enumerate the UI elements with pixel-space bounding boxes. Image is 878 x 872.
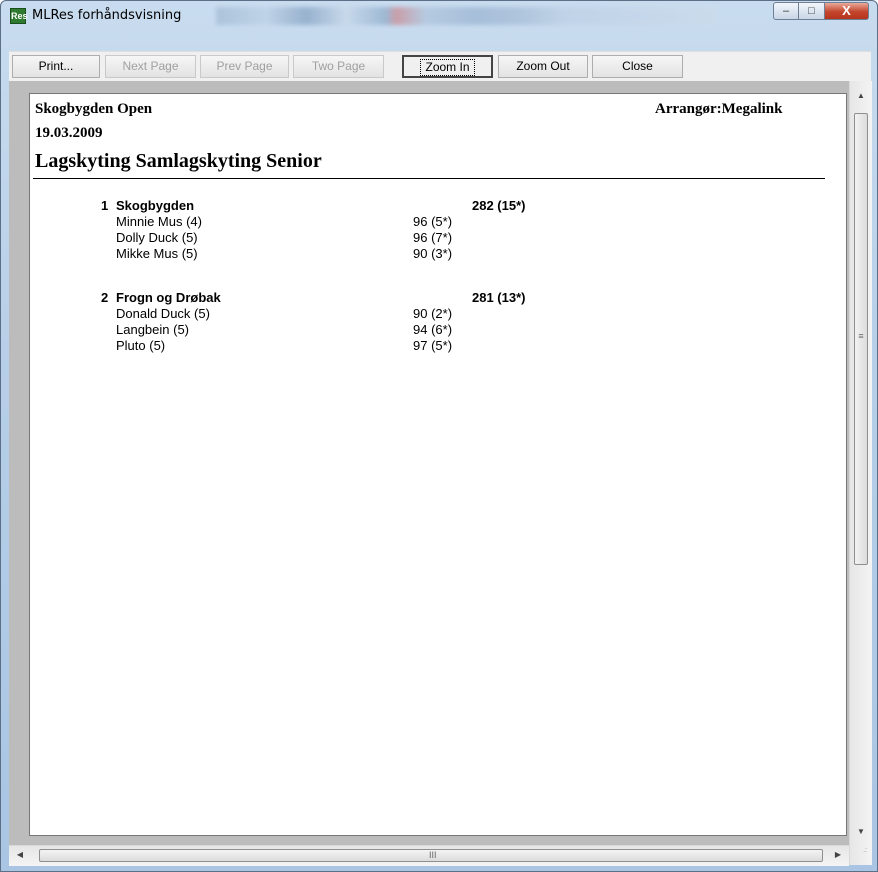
vertical-scroll-thumb[interactable]: ≡ xyxy=(854,113,868,565)
preview-toolbar: Print... Next Page Prev Page Two Page Zo… xyxy=(9,51,871,82)
horizontal-scroll-thumb[interactable]: III xyxy=(39,849,823,862)
member-name: Donald Duck (5) xyxy=(116,306,210,321)
member-score: 90 (3*) xyxy=(413,246,453,261)
team-total: 282 (15*) xyxy=(472,198,526,213)
maximize-button[interactable]: □ xyxy=(799,2,825,20)
zoom-in-button[interactable]: Zoom In xyxy=(402,55,493,78)
organizer: Arrangør:Megalink xyxy=(655,101,783,117)
member-name: Mikke Mus (5) xyxy=(116,246,198,261)
blurred-titlebar-background xyxy=(216,7,716,25)
next-page-button[interactable]: Next Page xyxy=(105,55,196,78)
team-name: Skogbygden xyxy=(116,198,195,213)
two-page-button[interactable]: Two Page xyxy=(293,55,384,78)
grip-icon: III xyxy=(429,850,437,860)
caption-buttons: – □ X xyxy=(773,2,869,22)
zoom-out-button[interactable]: Zoom Out xyxy=(498,55,588,78)
prev-page-label: Prev Page xyxy=(216,59,273,73)
preview-window: Res MLRes forhåndsvisning – □ X Print...… xyxy=(0,0,878,872)
scroll-left-icon[interactable]: ◀ xyxy=(13,848,27,862)
team-total: 281 (13*) xyxy=(472,290,526,305)
member-name: Pluto (5) xyxy=(116,338,166,353)
scroll-down-icon[interactable]: ▼ xyxy=(854,825,868,839)
member-score: 90 (2*) xyxy=(413,306,453,321)
minimize-button[interactable]: – xyxy=(773,2,799,20)
print-button-label: Print... xyxy=(38,59,74,73)
event-name: Skogbygden Open xyxy=(35,101,153,117)
close-button[interactable]: Close xyxy=(592,55,683,78)
member-score: 94 (6*) xyxy=(413,322,453,337)
report-title: Lagskyting Samlagskyting Senior xyxy=(35,150,322,172)
report-page: Skogbygden Open 19.03.2009 Arrangør:Mega… xyxy=(29,93,847,836)
zoom-in-label: Zoom In xyxy=(420,59,475,76)
team-name: Frogn og Drøbak xyxy=(116,290,221,305)
member-name: Minnie Mus (4) xyxy=(116,214,202,229)
member-name: Langbein (5) xyxy=(116,322,189,337)
preview-area: Skogbygden Open 19.03.2009 Arrangør:Mega… xyxy=(9,81,872,866)
grip-icon: ≡ xyxy=(858,331,864,341)
next-page-label: Next Page xyxy=(122,59,179,73)
title-rule xyxy=(33,178,825,179)
zoom-out-label: Zoom Out xyxy=(516,59,570,73)
two-page-label: Two Page xyxy=(311,59,366,73)
team-rank: 2 xyxy=(101,290,109,305)
member-score: 97 (5*) xyxy=(413,338,453,353)
member-name: Dolly Duck (5) xyxy=(116,230,198,245)
horizontal-scrollbar[interactable]: ◀ III ▶ xyxy=(9,845,849,866)
close-label: Close xyxy=(622,59,653,73)
scroll-up-icon[interactable]: ▲ xyxy=(854,89,868,103)
team-rank: 1 xyxy=(101,198,109,213)
close-window-button[interactable]: X xyxy=(825,2,869,20)
event-date: 19.03.2009 xyxy=(35,125,103,141)
member-score: 96 (5*) xyxy=(413,214,453,229)
resize-grip-icon[interactable]: .: xyxy=(851,847,867,863)
app-icon: Res xyxy=(10,8,28,24)
window-title: MLRes forhåndsvisning xyxy=(32,8,182,23)
vertical-scrollbar[interactable]: ▲ ≡ ▼ xyxy=(849,81,872,865)
member-score: 96 (7*) xyxy=(413,230,453,245)
title-bar[interactable]: Res MLRes forhåndsvisning – □ X xyxy=(1,1,877,31)
scroll-right-icon[interactable]: ▶ xyxy=(831,848,845,862)
prev-page-button[interactable]: Prev Page xyxy=(200,55,289,78)
print-button[interactable]: Print... xyxy=(12,55,100,78)
